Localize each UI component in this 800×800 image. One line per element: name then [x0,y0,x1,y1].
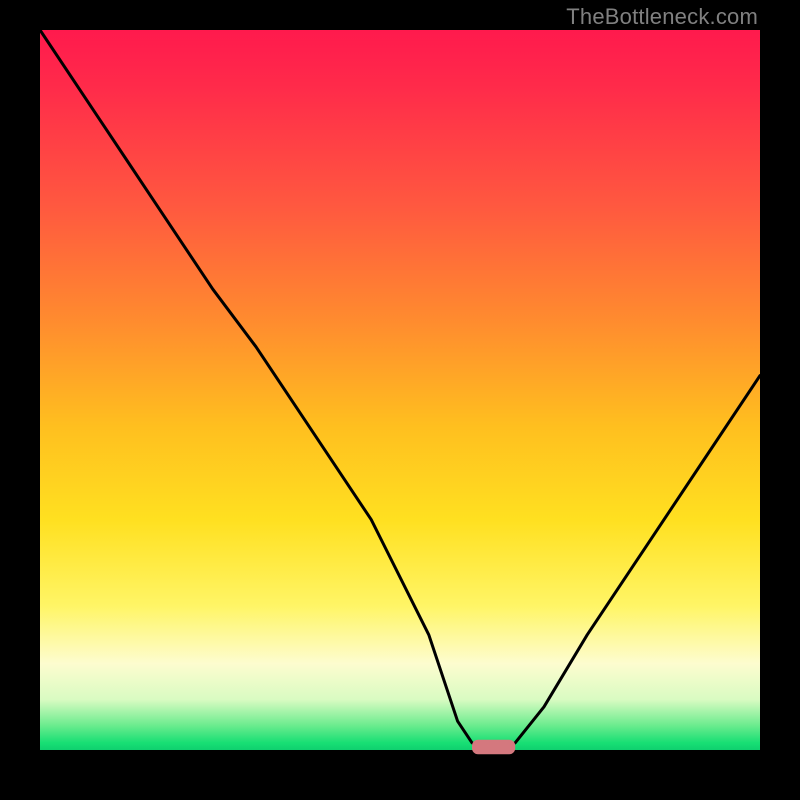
curve-svg [40,30,760,750]
optimal-marker [472,740,515,754]
bottleneck-curve [40,30,760,750]
chart-frame: TheBottleneck.com [0,0,800,800]
watermark-text: TheBottleneck.com [566,4,758,30]
plot-area [40,30,760,750]
